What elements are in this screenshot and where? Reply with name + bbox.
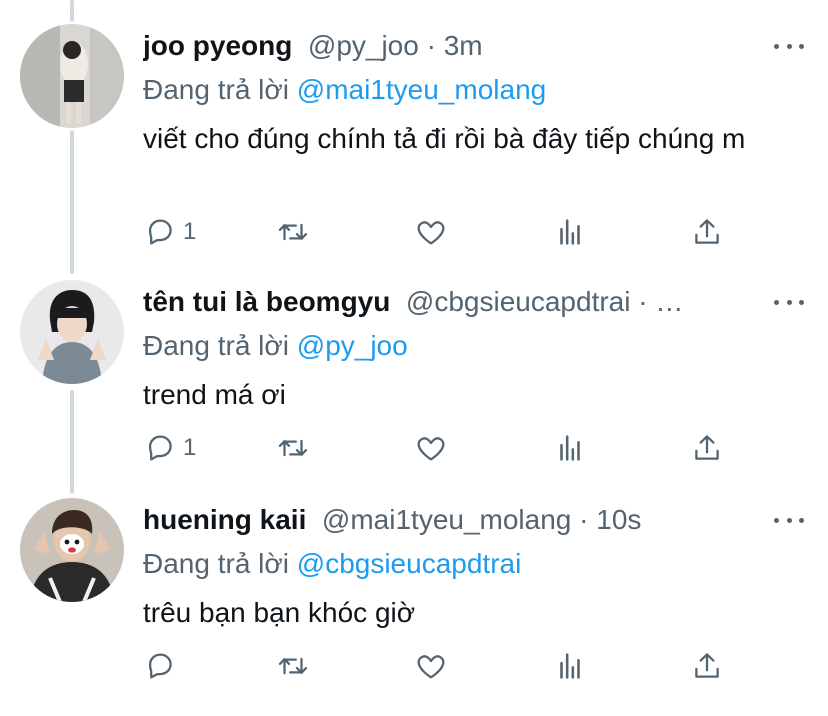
share-button[interactable] xyxy=(690,646,724,686)
timestamp[interactable]: … xyxy=(655,286,683,317)
handle[interactable]: @cbgsieucapdtrai xyxy=(406,286,631,317)
share-button[interactable] xyxy=(690,212,724,252)
replying-to: Đang trả lời @mai1tyeu_molang xyxy=(143,70,546,110)
reply-mention[interactable]: @mai1tyeu_molang xyxy=(297,74,546,105)
reply-icon xyxy=(148,435,172,461)
views-button[interactable] xyxy=(553,646,587,686)
tweet[interactable]: huening kaii @mai1tyeu_molang · 10s Đang… xyxy=(0,498,828,716)
views-button[interactable] xyxy=(553,212,587,252)
replying-to: Đang trả lời @cbgsieucapdtrai xyxy=(143,544,521,584)
like-button[interactable] xyxy=(414,428,454,468)
like-button[interactable] xyxy=(414,212,454,252)
handle[interactable]: @py_joo xyxy=(308,30,419,61)
retweet-button[interactable] xyxy=(276,646,316,686)
heart-icon xyxy=(417,655,445,679)
tweet-header: joo pyeong @py_joo · 3m xyxy=(143,26,758,66)
reply-button[interactable] xyxy=(143,646,183,686)
display-name[interactable]: huening kaii xyxy=(143,504,306,535)
replying-to: Đang trả lời @py_joo xyxy=(143,326,408,366)
tweet-header: huening kaii @mai1tyeu_molang · 10s xyxy=(143,500,758,540)
action-bar xyxy=(0,646,828,686)
separator: · xyxy=(630,286,656,317)
more-icon[interactable] xyxy=(774,38,804,54)
analytics-icon xyxy=(560,653,580,679)
timestamp[interactable]: 3m xyxy=(444,30,483,61)
avatar[interactable] xyxy=(20,24,124,128)
reply-button[interactable]: 1 xyxy=(143,212,196,252)
tweet-text: trêu bạn bạn khóc giờ xyxy=(143,597,416,628)
avatar-image xyxy=(20,24,124,128)
action-bar: 1 xyxy=(0,428,828,468)
handle-meta: @cbgsieucapdtrai · … xyxy=(398,286,683,317)
avatar-image xyxy=(20,280,124,384)
share-icon xyxy=(695,653,719,678)
handle-meta: @mai1tyeu_molang · 10s xyxy=(314,504,642,535)
reply-prefix: Đang trả lời xyxy=(143,548,297,579)
retweet-icon xyxy=(278,439,308,457)
tweet-header: tên tui là beomgyu @cbgsieucapdtrai · … xyxy=(143,282,758,322)
share-button[interactable] xyxy=(690,428,724,468)
heart-icon xyxy=(417,437,445,461)
reply-prefix: Đang trả lời xyxy=(143,74,297,105)
retweet-button[interactable] xyxy=(276,428,316,468)
reply-prefix: Đang trả lời xyxy=(143,330,297,361)
action-bar: 1 xyxy=(0,212,828,252)
tweet-text: trend má ơi xyxy=(143,379,286,410)
retweet-icon xyxy=(278,223,308,241)
handle[interactable]: @mai1tyeu_molang xyxy=(322,504,571,535)
separator: · xyxy=(418,30,444,61)
reply-count: 1 xyxy=(183,218,197,245)
share-icon xyxy=(695,219,719,244)
handle-meta: @py_joo · 3m xyxy=(300,30,483,61)
avatar-image xyxy=(20,498,124,602)
timestamp[interactable]: 10s xyxy=(596,504,641,535)
retweet-button[interactable] xyxy=(276,212,316,252)
tweet[interactable]: tên tui là beomgyu @cbgsieucapdtrai · … … xyxy=(0,280,828,498)
retweet-icon xyxy=(278,657,308,675)
tweet[interactable]: joo pyeong @py_joo · 3m Đang trả lời @ma… xyxy=(0,24,828,245)
reply-count: 1 xyxy=(183,434,197,461)
heart-icon xyxy=(417,221,445,245)
reply-button[interactable]: 1 xyxy=(143,428,196,468)
analytics-icon xyxy=(560,219,580,245)
reply-icon xyxy=(148,653,172,679)
thread-line xyxy=(70,0,74,22)
like-button[interactable] xyxy=(414,646,454,686)
tweet-text: viết cho đúng chính tả đi rồi bà đây tiế… xyxy=(143,123,746,154)
reply-icon xyxy=(148,219,172,245)
avatar[interactable] xyxy=(20,280,124,384)
share-icon xyxy=(695,435,719,460)
reply-mention[interactable]: @py_joo xyxy=(297,330,408,361)
more-icon[interactable] xyxy=(774,512,804,528)
analytics-icon xyxy=(560,435,580,461)
views-button[interactable] xyxy=(553,428,587,468)
display-name[interactable]: tên tui là beomgyu xyxy=(143,286,390,317)
separator: · xyxy=(571,504,597,535)
reply-mention[interactable]: @cbgsieucapdtrai xyxy=(297,548,522,579)
avatar[interactable] xyxy=(20,498,124,602)
more-icon[interactable] xyxy=(774,294,804,310)
display-name[interactable]: joo pyeong xyxy=(143,30,292,61)
